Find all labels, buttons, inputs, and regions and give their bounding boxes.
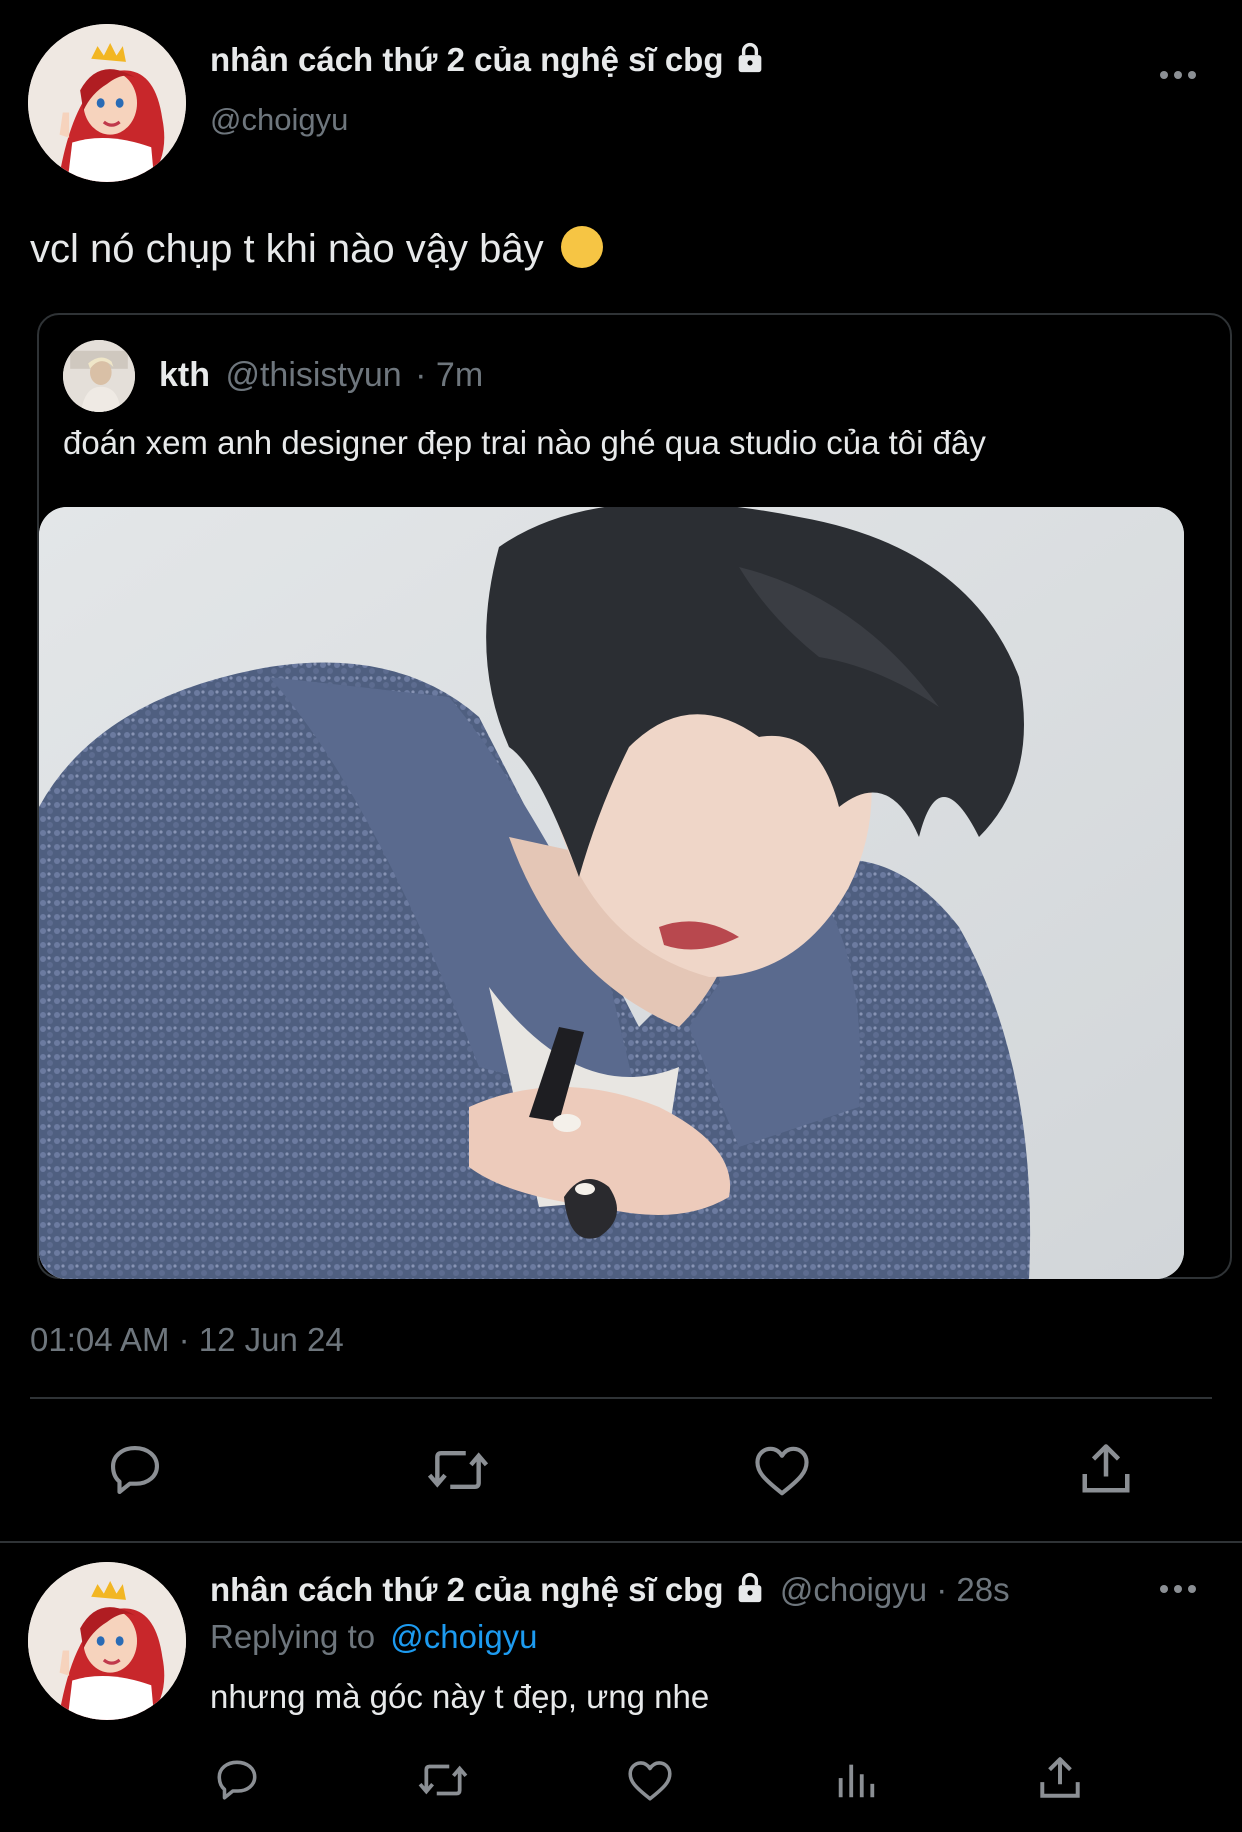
photo-of-person-in-blue-cardigan-icon <box>39 507 1184 1279</box>
reply-more-options-icon[interactable] <box>1156 1574 1200 1604</box>
display-name-text: nhân cách thứ 2 của nghệ sĩ cbg <box>210 41 724 78</box>
reply-header: nhân cách thứ 2 của nghệ sĩ cbg @choigyu… <box>210 1570 1010 1614</box>
reply-icon[interactable] <box>104 1439 166 1501</box>
quoted-display-name[interactable]: kth <box>159 356 210 394</box>
more-options-icon[interactable] <box>1156 60 1200 90</box>
replying-to-label: Replying to <box>210 1618 376 1655</box>
reply-heart-icon[interactable] <box>625 1756 675 1804</box>
main-handle[interactable]: @choigyu <box>210 100 348 140</box>
retweet-icon[interactable] <box>424 1439 492 1501</box>
heart-icon[interactable] <box>751 1441 813 1499</box>
reply-display-name[interactable]: nhân cách thứ 2 của nghệ sĩ cbg <box>210 1571 724 1608</box>
reply-share-icon[interactable] <box>1035 1753 1085 1803</box>
section-divider <box>0 1541 1242 1543</box>
reply-avatar[interactable] <box>28 1562 186 1720</box>
main-avatar[interactable] <box>28 24 186 182</box>
tweet-text: vcl nó chụp t khi nào vậy bây <box>30 227 544 271</box>
quoted-header: kth @thisistyun · 7m <box>159 354 483 396</box>
main-timestamp[interactable]: 01:04 AM · 12 Jun 24 <box>30 1319 344 1361</box>
reply-reply-icon[interactable] <box>212 1755 262 1805</box>
main-display-name[interactable]: nhân cách thứ 2 của nghệ sĩ cbg <box>210 40 767 84</box>
reply-retweet-icon[interactable] <box>415 1755 471 1805</box>
divider <box>30 1397 1212 1399</box>
quoted-avatar <box>63 340 135 412</box>
ariel-avatar-icon <box>28 24 186 182</box>
main-tweet-text: vcl nó chụp t khi nào vậy bây 🙂 <box>30 220 603 274</box>
reply-text: nhưng mà góc này t đẹp, ưng nhe <box>210 1678 710 1715</box>
quoted-media-photo[interactable] <box>39 507 1184 1279</box>
replying-to: Replying to @choigyu <box>210 1617 538 1657</box>
reply-handle-time[interactable]: @choigyu · 28s <box>780 1571 1010 1608</box>
quoted-time: · 7m <box>415 356 484 394</box>
quoted-text: đoán xem anh designer đẹp trai nào ghé q… <box>63 424 986 461</box>
quoted-handle[interactable]: @thisistyun <box>225 356 401 394</box>
analytics-icon[interactable] <box>833 1756 879 1804</box>
lock-icon <box>733 1571 767 1614</box>
slight-smile-emoji: 🙂 <box>560 226 603 268</box>
replying-to-handle-link[interactable]: @choigyu <box>390 1618 537 1655</box>
share-icon[interactable] <box>1076 1438 1136 1500</box>
ariel-avatar-icon <box>28 1562 186 1720</box>
lock-icon <box>733 41 767 84</box>
